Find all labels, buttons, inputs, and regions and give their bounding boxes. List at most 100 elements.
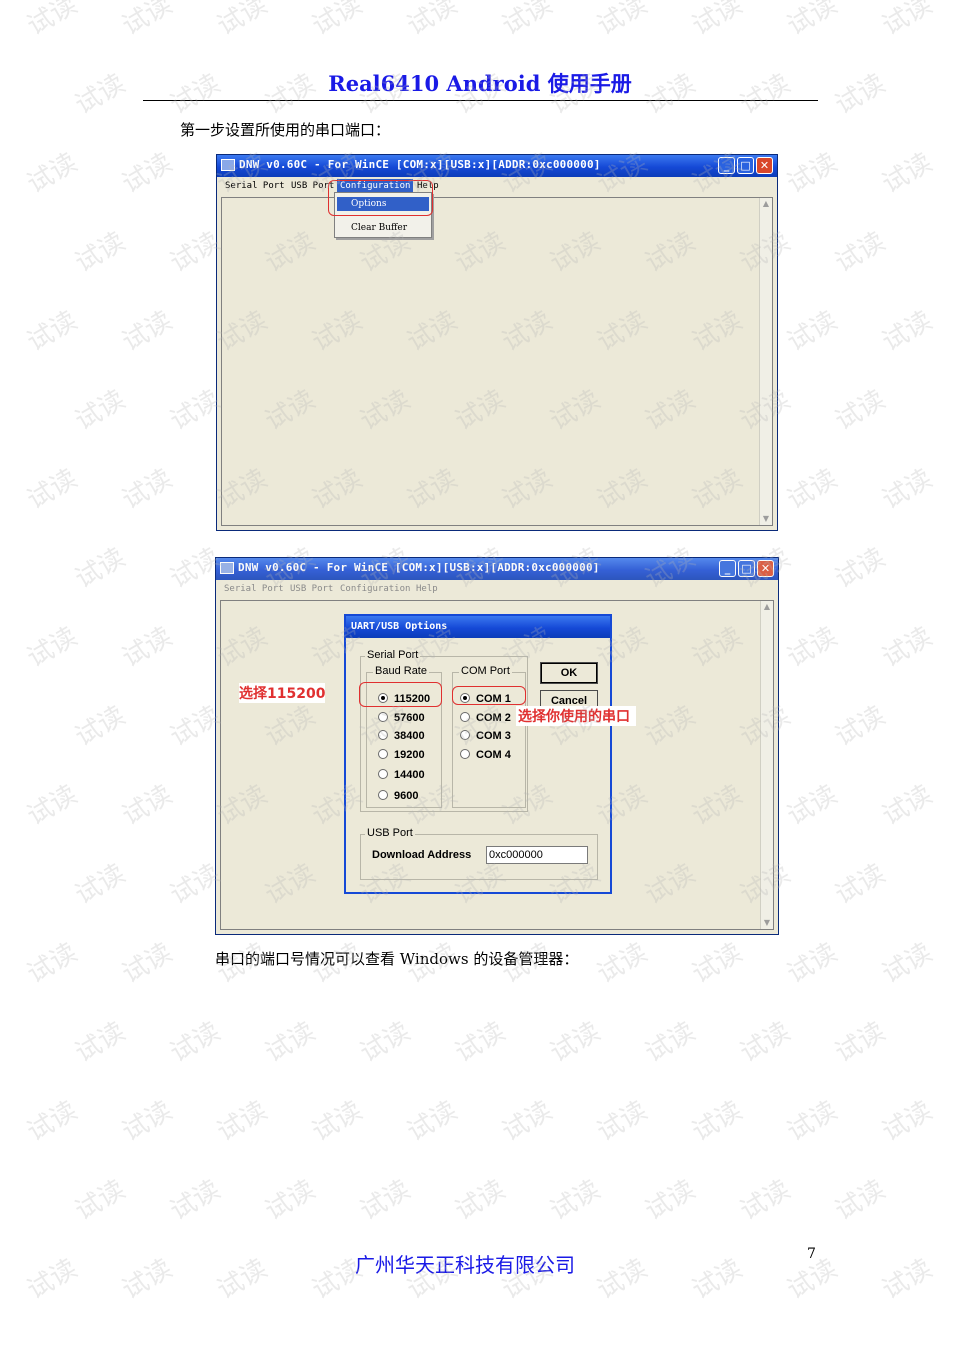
radio-icon <box>378 790 388 800</box>
watermark-text: 试读 <box>877 621 938 674</box>
baud-radio-14400[interactable]: 14400 <box>378 769 425 781</box>
watermark-text: 试读 <box>830 1016 891 1069</box>
scroll-down-icon[interactable]: ▼ <box>761 917 773 929</box>
watermark-text: 试读 <box>830 1174 891 1227</box>
radio-icon <box>460 749 470 759</box>
minimize-icon[interactable]: _ <box>718 157 735 174</box>
window-title: DNW v0.60C - For WinCE [COM:x][USB:x][AD… <box>239 158 601 171</box>
baud-radio-57600[interactable]: 57600 <box>378 712 425 724</box>
watermark-text: 试读 <box>355 1174 416 1227</box>
watermark-text: 试读 <box>22 463 83 516</box>
watermark-text: 试读 <box>545 1016 606 1069</box>
vertical-scrollbar[interactable]: ▲ ▼ <box>759 198 772 525</box>
vertical-scrollbar[interactable]: ▲ ▼ <box>760 601 773 929</box>
baud-callout: 选择115200 <box>239 683 326 703</box>
watermark-text: 试读 <box>22 305 83 358</box>
watermark-text: 试读 <box>70 1174 131 1227</box>
close-icon[interactable]: ✕ <box>756 157 773 174</box>
watermark-text: 试读 <box>402 0 463 42</box>
app-icon <box>221 159 235 171</box>
page-number: 7 <box>807 1246 816 1262</box>
footer-company: 广州华天正科技有限公司 <box>355 1253 575 1277</box>
watermark-text: 试读 <box>70 858 131 911</box>
menu-item-clear-buffer[interactable]: Clear Buffer <box>337 221 407 235</box>
watermark-text: 试读 <box>22 937 83 990</box>
watermark-text: 试读 <box>117 147 178 200</box>
window-titlebar[interactable]: DNW v0.60C - For WinCE [COM:x][USB:x][AD… <box>217 155 777 177</box>
watermark-text: 试读 <box>782 621 843 674</box>
watermark-text: 试读 <box>22 147 83 200</box>
dnw-window-menu: DNW v0.60C - For WinCE [COM:x][USB:x][AD… <box>216 154 778 531</box>
watermark-text: 试读 <box>782 147 843 200</box>
com-radio-2[interactable]: COM 2 <box>460 712 511 724</box>
menu-usb-port[interactable]: USB Port <box>290 584 333 594</box>
watermark-text: 试读 <box>22 1095 83 1148</box>
download-address-input[interactable]: 0xc000000 <box>486 846 588 864</box>
watermark-text: 试读 <box>877 1095 938 1148</box>
watermark-text: 试读 <box>117 1095 178 1148</box>
watermark-text: 试读 <box>640 1016 701 1069</box>
menu-serial-port[interactable]: Serial Port <box>224 584 284 594</box>
com-callout: 选择你使用的串口 <box>516 706 636 726</box>
watermark-text: 试读 <box>307 1095 368 1148</box>
watermark-text: 试读 <box>877 463 938 516</box>
menu-configuration[interactable]: Configuration <box>340 584 410 594</box>
scroll-up-icon[interactable]: ▲ <box>761 601 773 613</box>
com-radio-3[interactable]: COM 3 <box>460 730 511 742</box>
window-title: DNW v0.60C - For WinCE [COM:x][USB:x][AD… <box>238 561 600 574</box>
watermark-text: 试读 <box>877 147 938 200</box>
watermark-text: 试读 <box>117 0 178 42</box>
baud-radio-38400[interactable]: 38400 <box>378 730 425 742</box>
watermark-text: 试读 <box>830 226 891 279</box>
com-radio-4[interactable]: COM 4 <box>460 749 511 761</box>
watermark-text: 试读 <box>70 226 131 279</box>
highlight-configuration <box>328 180 433 216</box>
app-icon <box>220 562 234 574</box>
dialog-title[interactable]: UART/USB Options <box>346 616 610 638</box>
watermark-text: 试读 <box>687 1095 748 1148</box>
watermark-text: 试读 <box>117 937 178 990</box>
watermark-text: 试读 <box>735 1174 796 1227</box>
scroll-up-icon[interactable]: ▲ <box>760 198 772 210</box>
radio-icon <box>378 712 388 722</box>
ok-button[interactable]: OK <box>540 662 598 684</box>
watermark-text: 试读 <box>877 779 938 832</box>
watermark-text: 试读 <box>687 937 748 990</box>
watermark-text: 试读 <box>877 937 938 990</box>
uart-usb-options-dialog: UART/USB Options Serial Port Baud Rate C… <box>344 614 612 894</box>
watermark-text: 试读 <box>70 542 131 595</box>
radio-icon <box>378 769 388 779</box>
watermark-text: 试读 <box>497 1095 558 1148</box>
minimize-icon[interactable]: _ <box>719 560 736 577</box>
baud-rate-label: Baud Rate <box>373 665 429 677</box>
baud-radio-19200[interactable]: 19200 <box>378 749 425 761</box>
watermark-text: 试读 <box>212 1095 273 1148</box>
maximize-icon[interactable]: □ <box>737 157 754 174</box>
highlight-baud-115200 <box>359 682 442 707</box>
watermark-text: 试读 <box>307 0 368 42</box>
watermark-text: 试读 <box>782 305 843 358</box>
step-one-text: 第一步设置所使用的串口端口： <box>180 121 391 139</box>
terminal-area[interactable]: ▲ ▼ <box>221 197 773 526</box>
watermark-text: 试读 <box>260 1174 321 1227</box>
watermark-text: 试读 <box>830 542 891 595</box>
watermark-text: 试读 <box>687 0 748 42</box>
watermark-text: 试读 <box>782 0 843 42</box>
menu-help[interactable]: Help <box>416 584 438 594</box>
baud-radio-9600[interactable]: 9600 <box>378 790 418 802</box>
menu-bar: Serial Port USB Port Configuration Help <box>221 179 773 195</box>
download-address-label: Download Address <box>372 849 472 861</box>
watermark-text: 试读 <box>402 1095 463 1148</box>
radio-icon <box>460 712 470 722</box>
watermark-text: 试读 <box>735 1016 796 1069</box>
watermark-text: 试读 <box>592 1095 653 1148</box>
maximize-icon[interactable]: □ <box>738 560 755 577</box>
menu-serial-port[interactable]: Serial Port <box>225 181 285 191</box>
window-titlebar[interactable]: DNW v0.60C - For WinCE [COM:x][USB:x][AD… <box>216 558 778 580</box>
watermark-text: 试读 <box>117 463 178 516</box>
scroll-down-icon[interactable]: ▼ <box>760 513 772 525</box>
close-icon[interactable]: ✕ <box>757 560 774 577</box>
com-port-label: COM Port <box>459 665 512 677</box>
watermark-text: 试读 <box>830 384 891 437</box>
watermark-text: 试读 <box>545 1174 606 1227</box>
